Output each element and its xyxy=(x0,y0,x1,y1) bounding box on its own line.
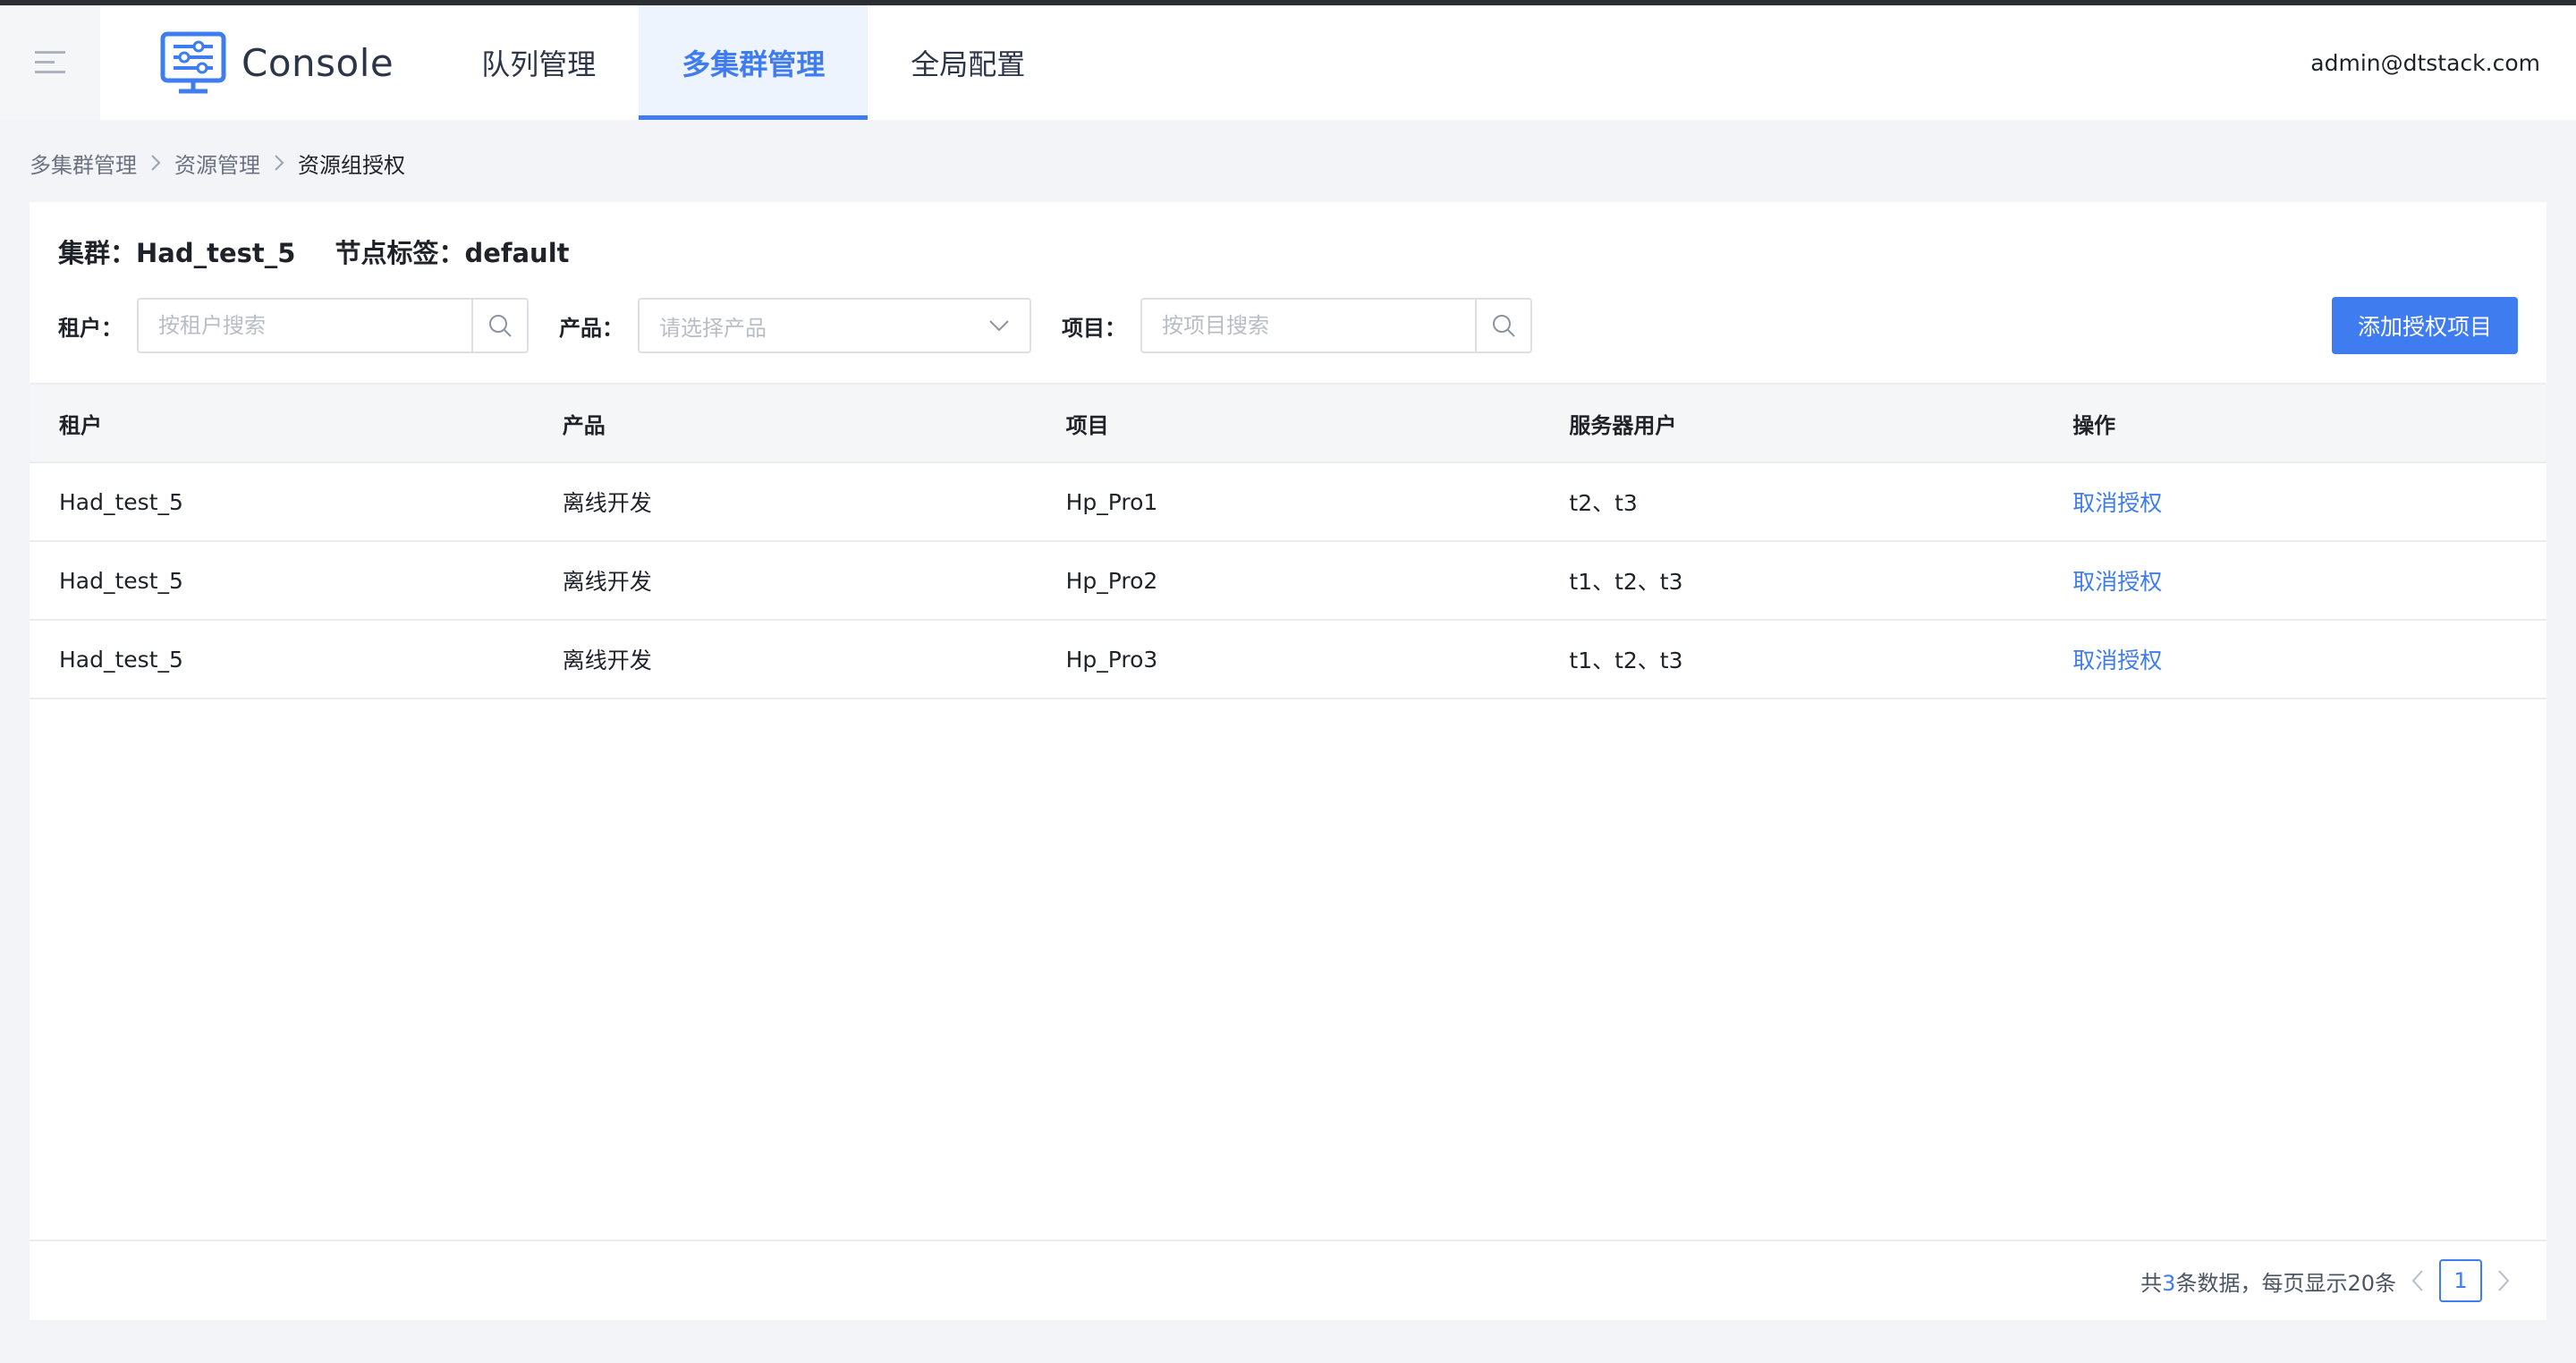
total-prefix: 共 xyxy=(2140,1270,2163,1296)
cell-project: Hp_Pro1 xyxy=(1065,488,1158,515)
revoke-auth-link[interactable]: 取消授权 xyxy=(2072,648,2162,673)
cell-tenant: Had_test_5 xyxy=(59,488,183,515)
breadcrumb-separator-icon xyxy=(273,153,285,173)
menu-toggle-button[interactable] xyxy=(0,5,100,120)
breadcrumb-item-current: 资源组授权 xyxy=(298,152,405,178)
table-row: Had_test_5 离线开发 Hp_Pro1 t2、t3 取消授权 xyxy=(30,463,2546,542)
app-header: Console 队列管理 多集群管理 全局配置 admin@dtstack.co… xyxy=(0,5,2576,120)
column-header-project: 项目 xyxy=(1065,412,1109,438)
product-select[interactable]: 请选择产品 xyxy=(638,298,1031,353)
column-header-tenant: 租户 xyxy=(59,412,102,438)
node-label: 节点标签：default xyxy=(335,238,570,268)
menu-icon xyxy=(35,51,65,73)
table-row: Had_test_5 离线开发 Hp_Pro3 t1、t2、t3 取消授权 xyxy=(30,621,2546,699)
top-nav: 队列管理 多集群管理 全局配置 xyxy=(438,5,1068,120)
brand[interactable]: Console xyxy=(159,5,394,120)
cell-product: 离线开发 xyxy=(562,569,652,595)
tenant-search-button[interactable] xyxy=(471,300,527,351)
project-search-button[interactable] xyxy=(1475,300,1530,351)
table-row: Had_test_5 离线开发 Hp_Pro2 t1、t2、t3 取消授权 xyxy=(30,542,2546,621)
brand-name: Console xyxy=(242,40,394,85)
resource-auth-card: 集群：Had_test_5 节点标签：default 租户： 产品： 请选择产品… xyxy=(30,202,2546,1320)
revoke-auth-link[interactable]: 取消授权 xyxy=(2072,569,2162,595)
page-number-button[interactable]: 1 xyxy=(2439,1259,2482,1302)
total-suffix: 条数据，每页显示20条 xyxy=(2175,1270,2396,1296)
table-header: 租户 产品 项目 服务器用户 操作 xyxy=(30,383,2546,463)
chevron-right-icon xyxy=(2498,1270,2510,1291)
tab-global-config[interactable]: 全局配置 xyxy=(868,5,1068,120)
product-filter-label: 产品： xyxy=(559,315,623,341)
cell-action: 取消授权 xyxy=(2043,564,2546,597)
chevron-left-icon xyxy=(2411,1270,2423,1291)
breadcrumb: 多集群管理 资源管理 资源组授权 xyxy=(0,120,2576,206)
breadcrumb-separator-icon xyxy=(149,153,162,173)
column-header-server-users: 服务器用户 xyxy=(1569,412,1677,438)
tab-queue-management[interactable]: 队列管理 xyxy=(438,5,639,120)
cell-product: 离线开发 xyxy=(562,648,652,673)
cell-product: 离线开发 xyxy=(562,490,652,516)
column-header-actions: 操作 xyxy=(2072,412,2116,438)
card-title: 集群：Had_test_5 节点标签：default xyxy=(58,233,570,270)
tab-multi-cluster-management[interactable]: 多集群管理 xyxy=(639,5,869,120)
cell-server-users: t1、t2、t3 xyxy=(1569,648,1683,673)
cell-server-users: t2、t3 xyxy=(1569,490,1638,516)
column-header-product: 产品 xyxy=(562,412,606,438)
cluster-label: 集群：Had_test_5 xyxy=(58,238,296,268)
cell-action: 取消授权 xyxy=(2043,486,2546,518)
next-page-button[interactable] xyxy=(2496,1268,2511,1293)
cell-action: 取消授权 xyxy=(2043,643,2546,675)
project-filter-label: 项目： xyxy=(1062,315,1126,341)
tenant-search-input[interactable] xyxy=(139,300,472,351)
cell-project: Hp_Pro2 xyxy=(1065,567,1158,594)
cell-tenant: Had_test_5 xyxy=(59,567,183,594)
breadcrumb-item-multi-cluster[interactable]: 多集群管理 xyxy=(30,148,137,179)
tenant-search xyxy=(137,298,529,353)
cell-tenant: Had_test_5 xyxy=(59,646,183,673)
total-count: 3 xyxy=(2162,1270,2176,1296)
project-search-input[interactable] xyxy=(1142,300,1476,351)
tenant-filter-label: 租户： xyxy=(58,315,123,341)
pagination-total: 共3条数据，每页显示20条 xyxy=(2140,1266,2396,1297)
search-icon xyxy=(1493,315,1515,337)
user-account[interactable]: admin@dtstack.com xyxy=(2310,5,2540,120)
revoke-auth-link[interactable]: 取消授权 xyxy=(2072,490,2162,516)
search-icon xyxy=(489,315,512,337)
console-logo-icon xyxy=(160,31,226,94)
cell-project: Hp_Pro3 xyxy=(1065,646,1158,673)
cell-server-users: t1、t2、t3 xyxy=(1569,569,1683,595)
pagination-bar: 共3条数据，每页显示20条 1 xyxy=(30,1240,2546,1320)
chevron-down-icon xyxy=(989,320,1009,332)
breadcrumb-item-resource[interactable]: 资源管理 xyxy=(174,148,260,179)
add-auth-project-button[interactable]: 添加授权项目 xyxy=(2332,297,2518,354)
auth-table: 租户 产品 项目 服务器用户 操作 Had_test_5 离线开发 Hp_Pro… xyxy=(30,383,2546,699)
prev-page-button[interactable] xyxy=(2411,1268,2425,1293)
filter-bar: 租户： 产品： 请选择产品 项目： xyxy=(58,297,2518,354)
product-select-placeholder: 请选择产品 xyxy=(659,315,767,341)
project-search xyxy=(1140,298,1532,353)
